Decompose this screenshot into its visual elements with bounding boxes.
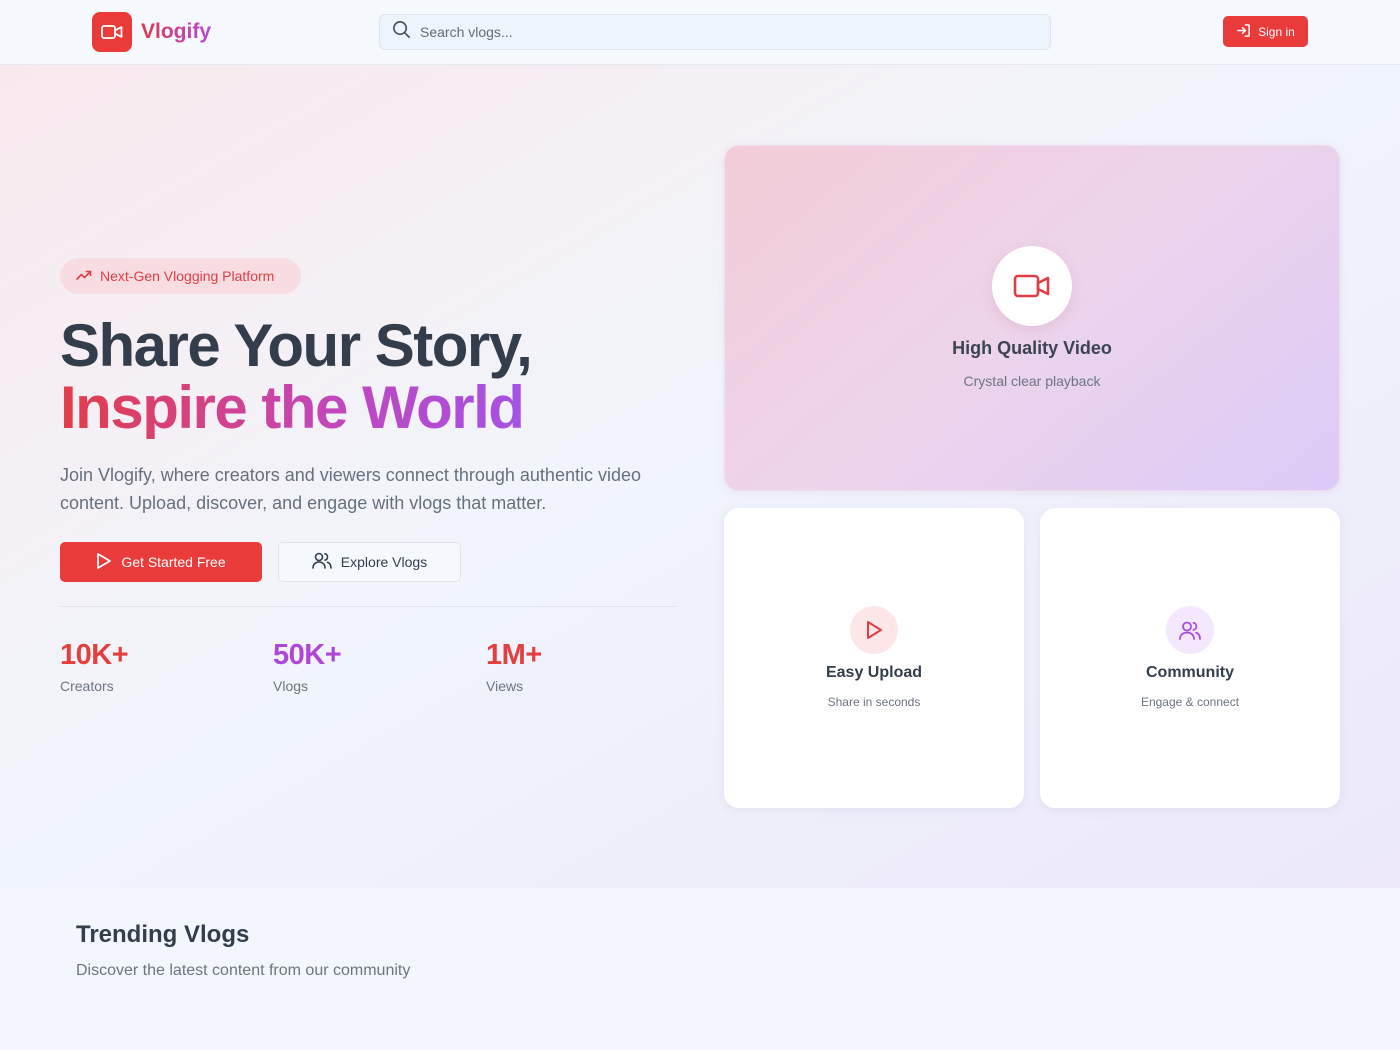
search-bar[interactable] [379,14,1051,50]
explore-vlogs-label: Explore Vlogs [340,554,428,570]
stat-value: 50K+ [273,639,342,671]
feature-card-easy-upload: Easy Upload Share in seconds [724,508,1024,808]
hero-headline: Share Your Story, Inspire the World [60,312,533,441]
platform-badge: Next-Gen Vlogging Platform [60,258,301,294]
section-divider [60,606,677,607]
users-icon [311,552,332,572]
feature-title: High Quality Video [952,338,1112,358]
feature-subtitle: Engage & connect [1140,695,1240,709]
get-started-button[interactable]: Get Started Free [60,542,262,582]
play-icon [850,606,898,654]
login-icon [1236,23,1251,41]
search-icon [392,20,411,44]
top-navbar: Vlogify Sign in [0,0,1400,65]
feature-title: Easy Upload [825,664,923,681]
hero-description: Join Vlogify, where creators and viewers… [60,465,641,513]
trending-up-icon [76,268,92,284]
headline-line-2: Inspire the World [60,374,525,441]
feature-card-community: Community Engage & connect [1040,508,1340,808]
video-camera-icon [992,246,1072,326]
trending-title: Trending Vlogs [76,921,250,948]
feature-subtitle: Share in seconds [827,695,921,709]
feature-card-high-quality: High Quality Video Crystal clear playbac… [724,145,1340,491]
play-icon [96,552,112,573]
feature-title: Community [1146,664,1234,681]
stat-label: Views [486,678,524,694]
stat-views: 1M+ Views [486,639,542,694]
users-icon [1166,606,1214,654]
sign-in-button[interactable]: Sign in [1223,16,1308,47]
brand-name: Vlogify [141,20,212,43]
headline-line-1: Share Your Story, [60,312,533,379]
trending-subtitle: Discover the latest content from our com… [76,962,411,979]
get-started-label: Get Started Free [121,554,226,570]
search-input[interactable] [420,24,1020,40]
sign-in-label: Sign in [1258,24,1295,39]
stat-value: 1M+ [486,639,542,671]
hero-section: Next-Gen Vlogging Platform Share Your St… [0,65,1400,888]
badge-label: Next-Gen Vlogging Platform [100,268,275,284]
stat-creators: 10K+ Creators [60,639,129,694]
video-camera-icon [92,12,132,52]
stat-vlogs: 50K+ Vlogs [273,639,342,694]
feature-subtitle: Crystal clear playback [963,373,1101,389]
stat-label: Vlogs [273,678,309,694]
stat-value: 10K+ [60,639,129,671]
stat-label: Creators [60,678,114,694]
explore-vlogs-button[interactable]: Explore Vlogs [278,542,461,582]
brand-logo[interactable]: Vlogify [92,12,211,52]
